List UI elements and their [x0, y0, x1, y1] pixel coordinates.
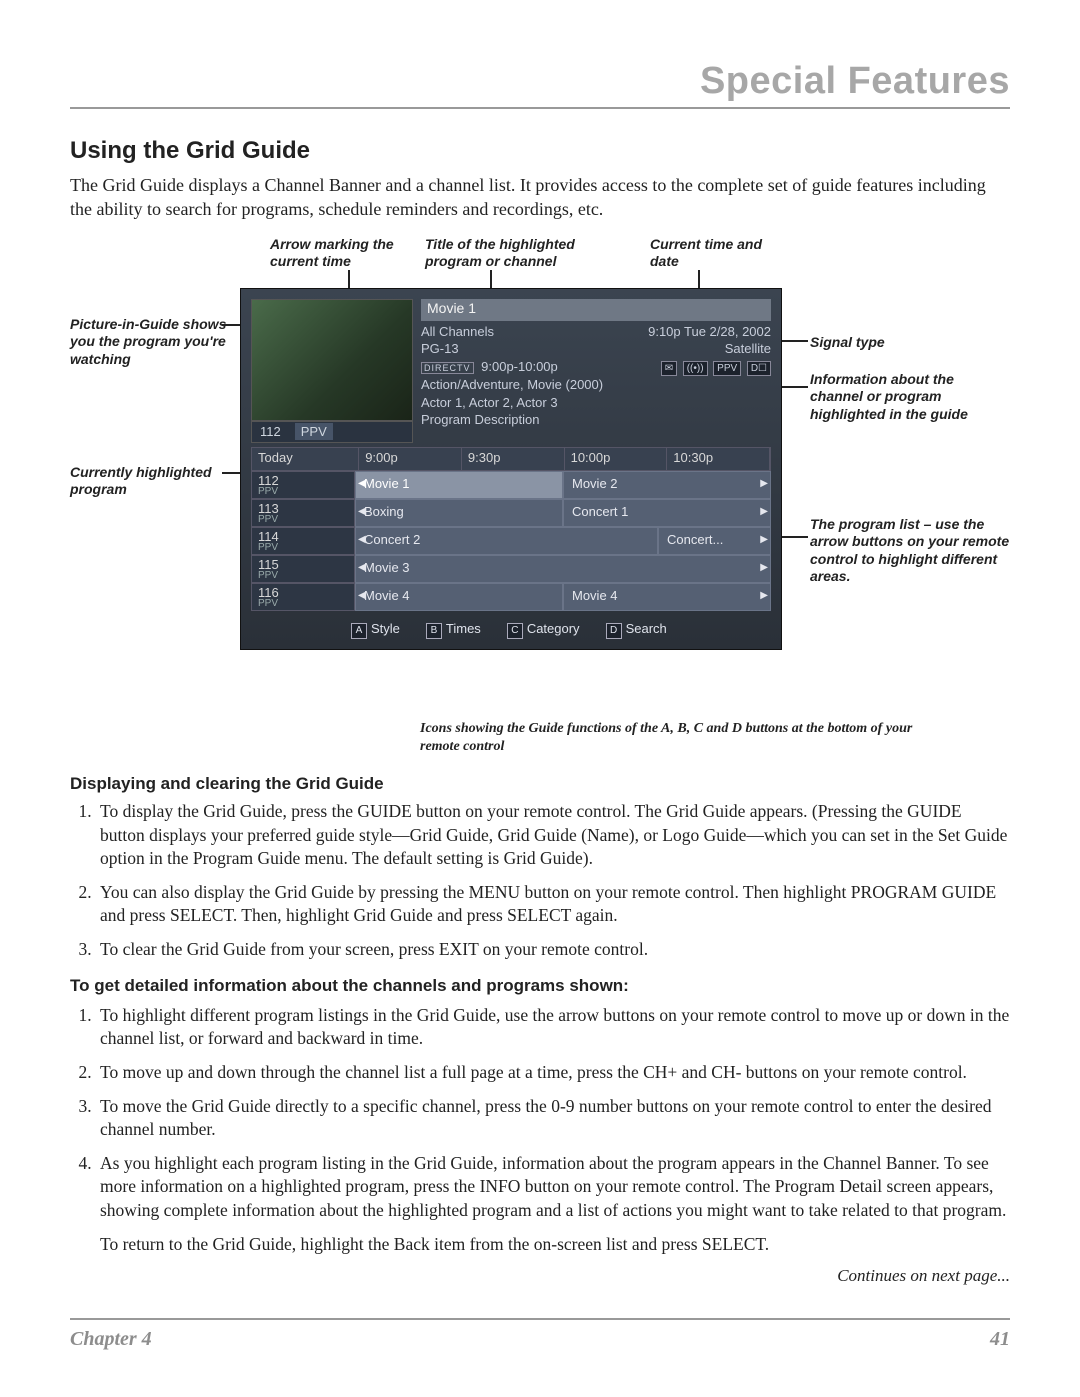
time-col-today: Today — [252, 448, 359, 470]
detail-step-3: To move the Grid Guide directly to a spe… — [96, 1095, 1010, 1142]
callout-signal: Signal type — [810, 334, 1000, 352]
info-clock: 9:10p Tue 2/28, 2002 — [648, 323, 771, 341]
info-rating: PG-13 — [421, 340, 459, 358]
program-grid: 112PPVMovie 1◀Movie 2▶113PPVBoxing◀Conce… — [251, 471, 771, 611]
detail-step-2: To move up and down through the channel … — [96, 1061, 1010, 1085]
program-cell: Boxing◀ — [355, 499, 563, 527]
disp-step-1: To display the Grid Guide, press the GUI… — [96, 800, 1010, 871]
subhead-displaying: Displaying and clearing the Grid Guide — [70, 774, 1010, 794]
program-cell: Movie 2▶ — [563, 471, 771, 499]
grid-row: 115PPVMovie 3◀▶ — [251, 555, 771, 583]
callout-program-list: The program list – use the arrow buttons… — [810, 516, 1010, 586]
info-all-channels: All Channels — [421, 323, 494, 341]
signal-icon: ((•)) — [683, 361, 708, 377]
guide-function-bar: AStyle BTimes CCategory DSearch — [251, 619, 771, 641]
program-cell: Movie 4▶ — [563, 583, 771, 611]
displaying-steps: To display the Grid Guide, press the GUI… — [70, 800, 1010, 962]
info-time-range: 9:00p-10:00p — [481, 359, 558, 374]
mail-icon: ✉ — [661, 361, 677, 377]
pig-channel-number: 112 — [252, 424, 289, 439]
grid-guide-screen: 112 PPV Movie 1 All Channels 9:10p Tue 2… — [240, 288, 782, 650]
pig-channel-label: 112 PPV — [251, 421, 413, 443]
footer-page: 41 — [990, 1328, 1010, 1351]
section-heading: Using the Grid Guide — [70, 137, 1010, 165]
grid-row: 113PPVBoxing◀Concert 1▶ — [251, 499, 771, 527]
grid-row: 112PPVMovie 1◀Movie 2▶ — [251, 471, 771, 499]
grid-row: 116PPVMovie 4◀Movie 4▶ — [251, 583, 771, 611]
pig-channel-tag: PPV — [295, 423, 333, 440]
disp-step-2: You can also display the Grid Guide by p… — [96, 881, 1010, 928]
time-col-1: 9:00p — [359, 448, 462, 470]
section-intro: The Grid Guide displays a Channel Banner… — [70, 173, 1010, 222]
program-cell: Concert...▶ — [658, 527, 771, 555]
time-col-4: 10:30p — [667, 448, 770, 470]
func-d: DSearch — [606, 621, 667, 639]
detail-step-4: As you highlight each program listing in… — [96, 1152, 1010, 1257]
info-genre: Action/Adventure, Movie (2000) — [421, 376, 771, 394]
page-header: Special Features — [70, 60, 1010, 109]
grid-guide-figure: Arrow marking the current time Title of … — [70, 236, 1010, 706]
channel-banner-info: All Channels 9:10p Tue 2/28, 2002 PG-13 … — [421, 323, 771, 441]
channel-cell: 115PPV — [251, 555, 355, 583]
footer-chapter: Chapter 4 — [70, 1328, 152, 1351]
detail-followup: To return to the Grid Guide, highlight t… — [100, 1233, 1010, 1257]
program-title-bar: Movie 1 — [421, 299, 771, 321]
header-title: Special Features — [700, 60, 1010, 103]
callout-arrow-time: Arrow marking the current time — [270, 236, 420, 271]
channel-cell: 112PPV — [251, 471, 355, 499]
channel-cell: 114PPV — [251, 527, 355, 555]
callout-bottom-icons: Icons showing the Guide functions of the… — [420, 720, 920, 756]
callout-pig: Picture-in-Guide shows you the program y… — [70, 316, 230, 369]
continues-note: Continues on next page... — [70, 1266, 1010, 1286]
info-status-icons: ✉ ((•)) PPV D☐ — [659, 358, 771, 377]
time-header-row: Today 9:00p 9:30p 10:00p 10:30p — [251, 447, 771, 471]
program-cell: Movie 4◀ — [355, 583, 563, 611]
callout-title-prog: Title of the highlighted program or chan… — [425, 236, 635, 271]
callout-info: Information about the channel or program… — [810, 371, 1010, 424]
info-description: Program Description — [421, 411, 771, 429]
picture-in-guide — [251, 299, 413, 421]
program-cell: Concert 2◀ — [355, 527, 658, 555]
callout-current-time: Current time and date — [650, 236, 790, 271]
func-b: BTimes — [426, 621, 481, 639]
subhead-detail: To get detailed information about the ch… — [70, 976, 1010, 996]
callout-current-highlight: Currently highlighted program — [70, 464, 230, 499]
channel-cell: 113PPV — [251, 499, 355, 527]
time-col-3: 10:00p — [565, 448, 668, 470]
program-cell: Movie 1◀ — [355, 471, 563, 499]
grid-row: 114PPVConcert 2◀Concert...▶ — [251, 527, 771, 555]
channel-cell: 116PPV — [251, 583, 355, 611]
func-c: CCategory — [507, 621, 580, 639]
page-footer: Chapter 4 41 — [70, 1318, 1010, 1351]
info-actors: Actor 1, Actor 2, Actor 3 — [421, 394, 771, 412]
info-brand: DIRECTV — [421, 362, 474, 374]
program-cell: Movie 3◀▶ — [355, 555, 771, 583]
info-signal: Satellite — [725, 340, 771, 358]
dolby-icon: D☐ — [747, 361, 771, 377]
ppv-icon: PPV — [713, 361, 741, 377]
time-col-2: 9:30p — [462, 448, 565, 470]
program-cell: Concert 1▶ — [563, 499, 771, 527]
detail-steps: To highlight different program listings … — [70, 1004, 1010, 1257]
detail-step-1: To highlight different program listings … — [96, 1004, 1010, 1051]
disp-step-3: To clear the Grid Guide from your screen… — [96, 938, 1010, 962]
func-a: AStyle — [351, 621, 400, 639]
